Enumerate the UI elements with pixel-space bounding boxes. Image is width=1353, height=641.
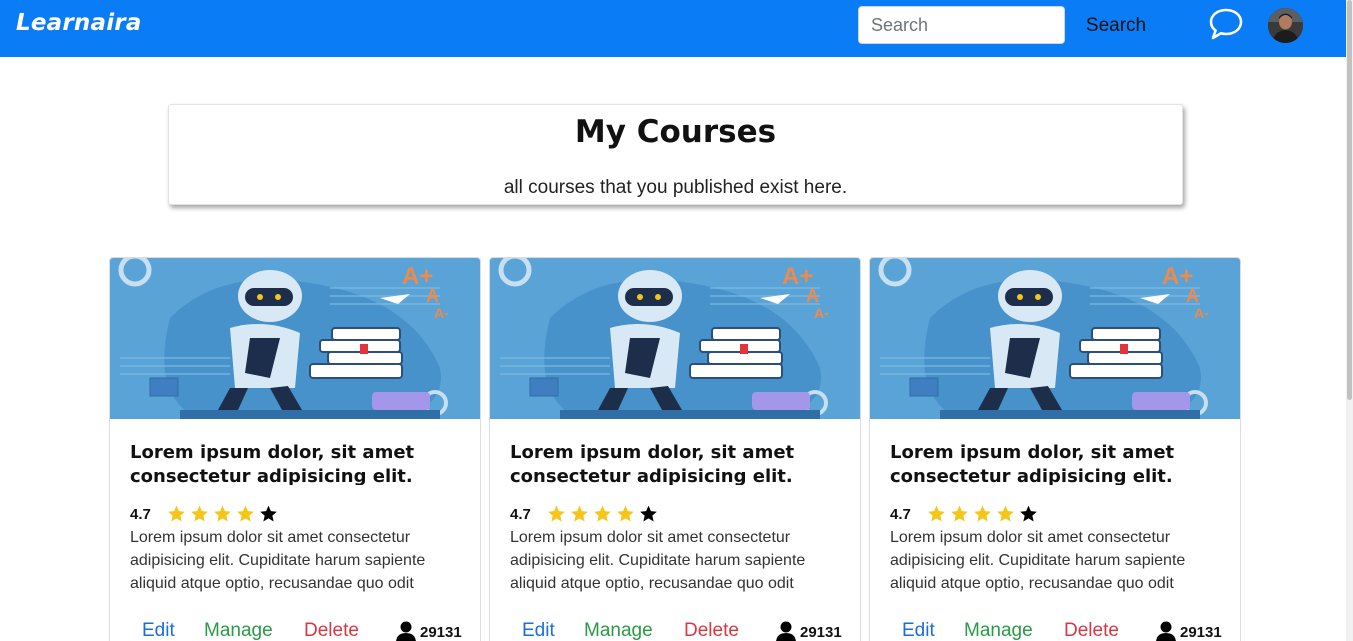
star-icon bbox=[237, 505, 254, 522]
star-icon bbox=[548, 505, 565, 522]
brand-logo[interactable]: Learnaira bbox=[16, 10, 142, 36]
user-icon bbox=[776, 621, 796, 641]
star-icon bbox=[951, 505, 968, 522]
star-icon bbox=[594, 505, 611, 522]
rating-value: 4.7 bbox=[130, 505, 151, 523]
page-subtitle: all courses that you published exist her… bbox=[503, 177, 848, 198]
rating-value: 4.7 bbox=[510, 505, 531, 523]
course-description: Lorem ipsum dolor sit amet consectetur a… bbox=[510, 529, 806, 592]
delete-link[interactable]: Delete bbox=[1064, 620, 1119, 641]
course-rating: 4.7 bbox=[890, 503, 1041, 525]
course-description: Lorem ipsum dolor sit amet consectetur a… bbox=[130, 529, 426, 592]
edit-link[interactable]: Edit bbox=[522, 620, 555, 641]
search-input[interactable] bbox=[858, 6, 1065, 44]
manage-link[interactable]: Manage bbox=[584, 620, 653, 641]
course-actions: Edit Manage Delete 29131 bbox=[490, 620, 860, 641]
avatar[interactable] bbox=[1268, 8, 1303, 43]
students-count: 29131 bbox=[1156, 620, 1222, 641]
course-card[interactable]: A+ A A- Lorem ipsum dolor, sit amet cons… bbox=[109, 257, 481, 641]
svg-text:A: A bbox=[806, 286, 819, 306]
students-number: 29131 bbox=[1180, 623, 1222, 641]
rating-value: 4.7 bbox=[890, 505, 911, 523]
star-empty-icon bbox=[260, 505, 277, 522]
delete-link[interactable]: Delete bbox=[304, 620, 359, 641]
top-navbar: Learnaira Search bbox=[0, 0, 1346, 57]
edit-link[interactable]: Edit bbox=[142, 620, 175, 641]
course-card[interactable]: A+ A A- Lorem ipsum dolor, sit amet cons… bbox=[489, 257, 861, 641]
star-icon bbox=[928, 505, 945, 522]
star-icon bbox=[168, 505, 185, 522]
course-actions: Edit Manage Delete 29131 bbox=[110, 620, 480, 641]
course-rating: 4.7 bbox=[510, 503, 661, 525]
star-icon bbox=[571, 505, 588, 522]
star-icon bbox=[974, 505, 991, 522]
course-title[interactable]: Lorem ipsum dolor, sit amet consectetur … bbox=[130, 441, 460, 485]
svg-text:A-: A- bbox=[1194, 305, 1209, 321]
star-icon bbox=[617, 505, 634, 522]
students-number: 29131 bbox=[800, 623, 842, 641]
course-thumbnail[interactable]: A+ A A- bbox=[870, 258, 1240, 419]
svg-text:A: A bbox=[1186, 286, 1199, 306]
star-icon bbox=[214, 505, 231, 522]
manage-link[interactable]: Manage bbox=[964, 620, 1033, 641]
delete-link[interactable]: Delete bbox=[684, 620, 739, 641]
star-icon bbox=[191, 505, 208, 522]
course-rating: 4.7 bbox=[130, 503, 281, 525]
scrollbar-thumb[interactable] bbox=[1347, 0, 1352, 400]
edit-link[interactable]: Edit bbox=[902, 620, 935, 641]
svg-text:A-: A- bbox=[434, 305, 449, 321]
user-icon bbox=[396, 621, 416, 641]
star-empty-icon bbox=[640, 505, 657, 522]
page-title: My Courses bbox=[574, 114, 777, 150]
course-description: Lorem ipsum dolor sit amet consectetur a… bbox=[890, 529, 1186, 592]
courses-header: My Courses all courses that you publishe… bbox=[168, 104, 1183, 205]
students-number: 29131 bbox=[420, 623, 462, 641]
svg-text:A-: A- bbox=[814, 305, 829, 321]
course-title[interactable]: Lorem ipsum dolor, sit amet consectetur … bbox=[890, 441, 1220, 485]
search-button[interactable]: Search bbox=[1078, 10, 1154, 42]
svg-text:A: A bbox=[426, 286, 439, 306]
students-count: 29131 bbox=[396, 620, 462, 641]
star-empty-icon bbox=[1020, 505, 1037, 522]
manage-link[interactable]: Manage bbox=[204, 620, 273, 641]
students-count: 29131 bbox=[776, 620, 842, 641]
course-card[interactable]: A+ A A- Lorem ipsum dolor, sit amet cons… bbox=[869, 257, 1241, 641]
star-icon bbox=[997, 505, 1014, 522]
course-title[interactable]: Lorem ipsum dolor, sit amet consectetur … bbox=[510, 441, 840, 485]
course-thumbnail[interactable]: A+ A A- bbox=[110, 258, 480, 419]
course-thumbnail[interactable]: A+ A A- bbox=[490, 258, 860, 419]
avatar-image bbox=[1268, 8, 1303, 43]
chat-bubble-icon[interactable] bbox=[1208, 7, 1244, 41]
course-actions: Edit Manage Delete 29131 bbox=[870, 620, 1240, 641]
user-icon bbox=[1156, 621, 1176, 641]
